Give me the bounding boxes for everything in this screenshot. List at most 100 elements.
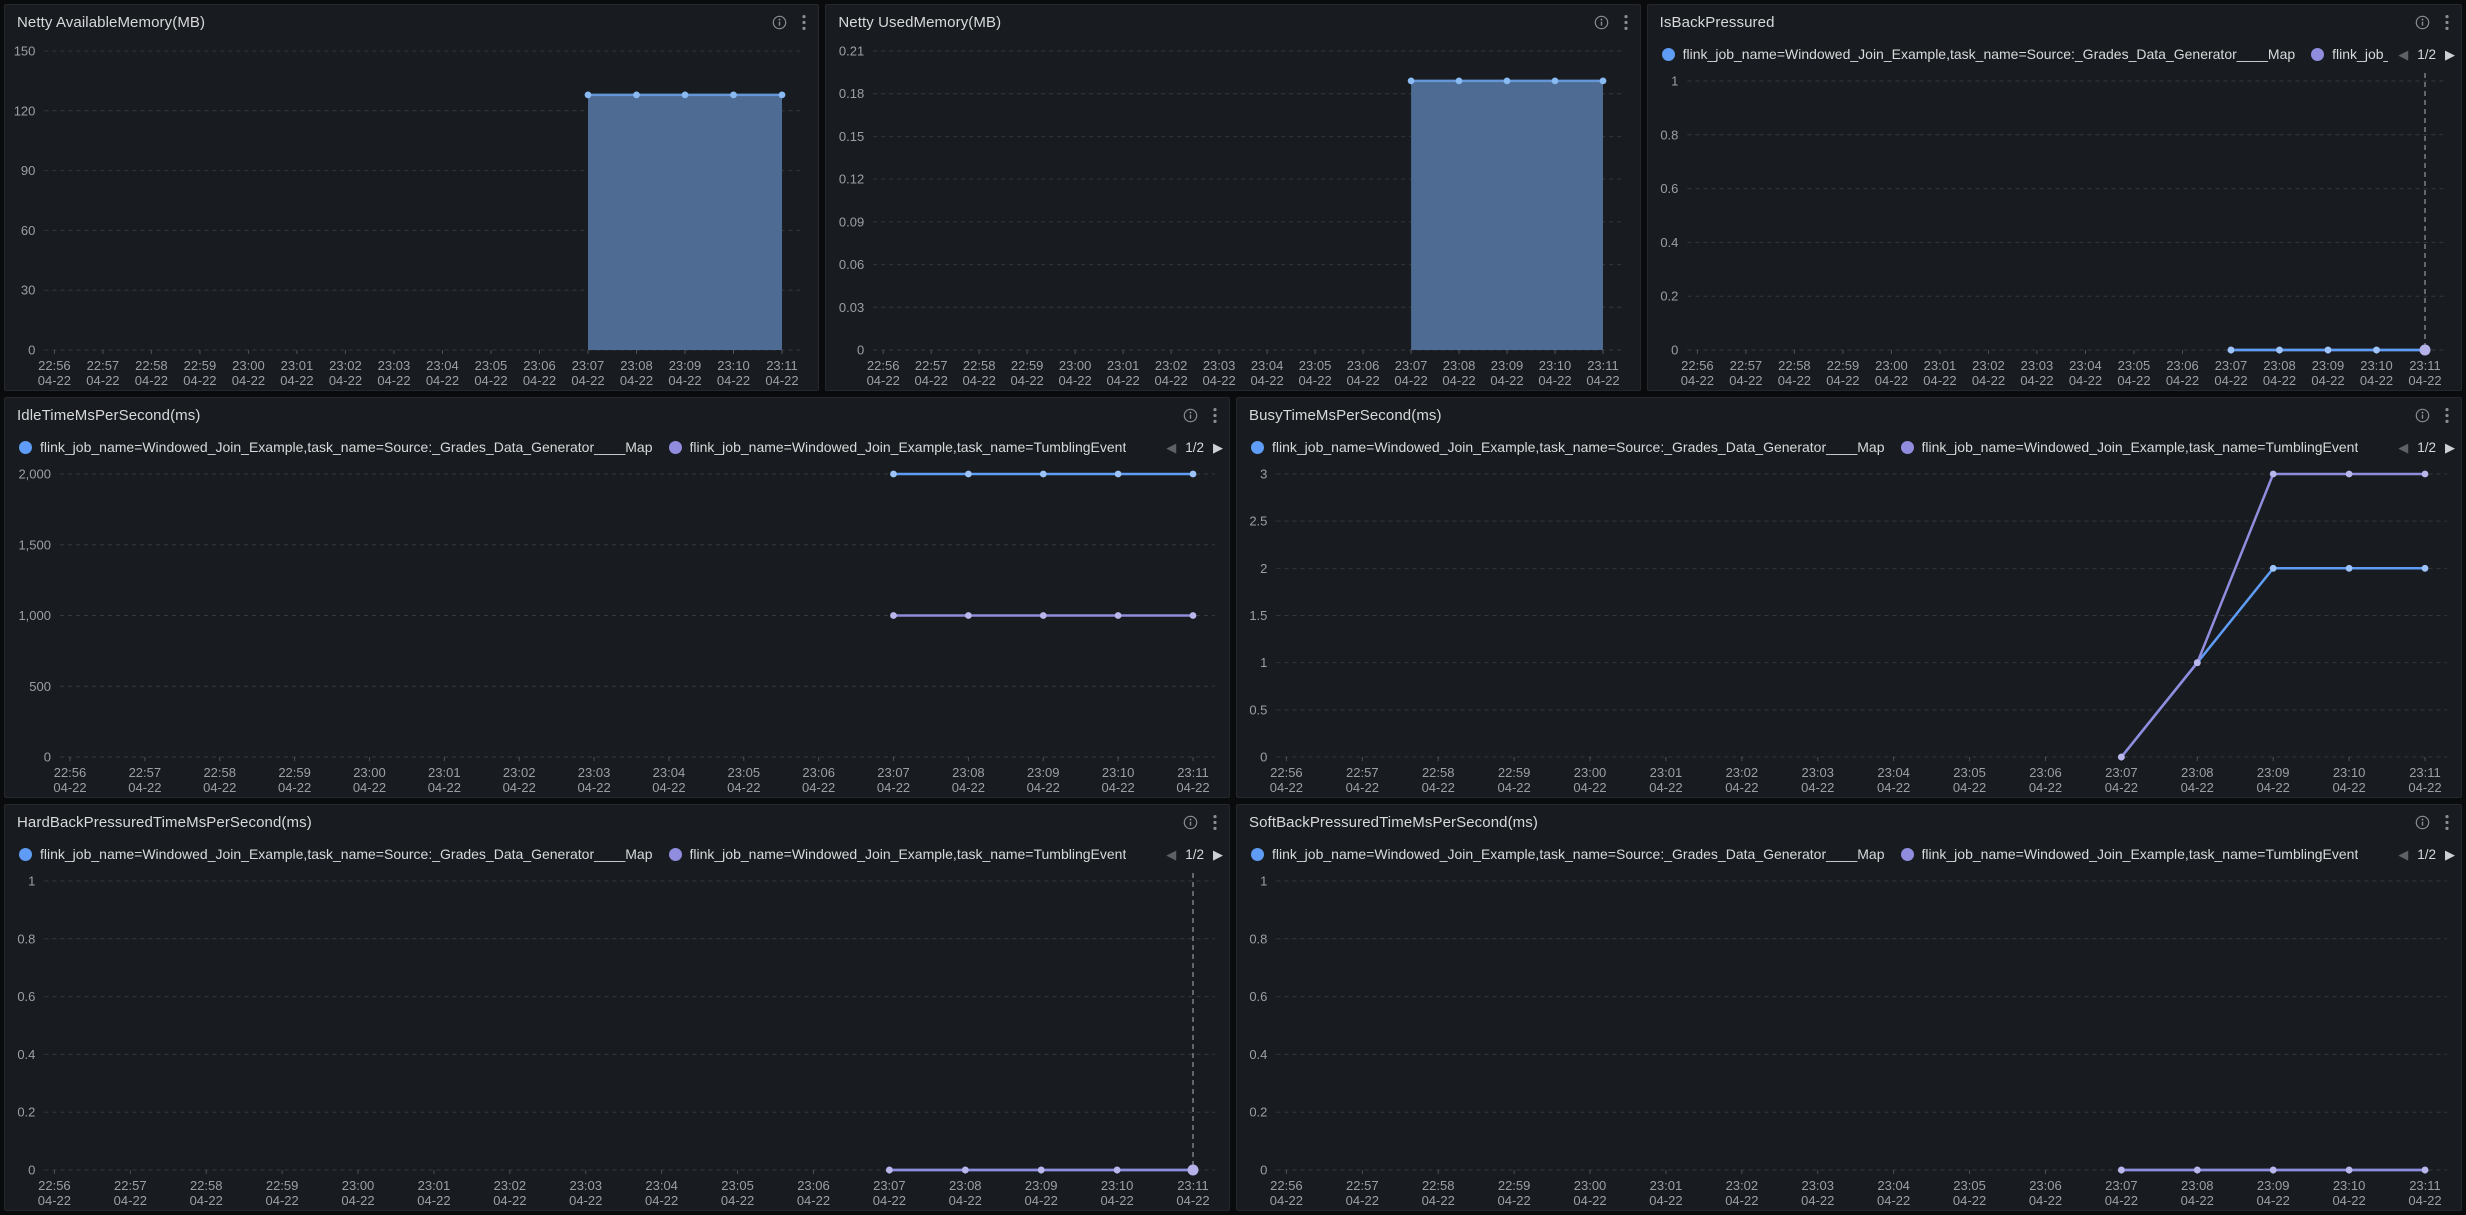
svg-text:22:5704-22: 22:5704-22: [1346, 1178, 1379, 1208]
series-dot-purple: [2311, 48, 2324, 61]
panel-title[interactable]: SoftBackPressuredTimeMsPerSecond(ms): [1249, 814, 1538, 831]
panel-header: IdleTimeMsPerSecond(ms): [5, 398, 1229, 432]
info-icon[interactable]: [772, 15, 787, 30]
info-icon[interactable]: [1183, 815, 1198, 830]
svg-text:23:0104-22: 23:0104-22: [1649, 1178, 1682, 1208]
kebab-menu-icon[interactable]: [2445, 407, 2449, 424]
legend-item-tumbling[interactable]: flink_job_name=Windowed_Join_Example,tas…: [669, 439, 1216, 455]
info-icon[interactable]: [2415, 408, 2430, 423]
chart-busy-time[interactable]: 00.511.522.5322:5604-2222:5704-2222:5804…: [1237, 462, 2461, 797]
legend-pager: ◀ 1/2 ▶: [2388, 839, 2455, 869]
legend-label: flink_job_name=Windowed_Join_Example,tas…: [40, 846, 653, 862]
legend-item-tumbling[interactable]: flink_job_name=Windowed_Join_Example,tas…: [669, 846, 1216, 862]
svg-text:23:1104-22: 23:1104-22: [1587, 358, 1620, 388]
series-dot-purple: [1901, 848, 1914, 861]
kebab-menu-icon[interactable]: [2445, 814, 2449, 831]
info-icon[interactable]: [1183, 408, 1198, 423]
svg-text:22:5904-22: 22:5904-22: [183, 358, 216, 388]
panel-title[interactable]: IsBackPressured: [1660, 14, 1775, 31]
svg-text:23:0804-22: 23:0804-22: [2181, 765, 2214, 795]
legend-item-source-map[interactable]: flink_job_name=Windowed_Join_Example,tas…: [1251, 846, 1885, 862]
svg-text:23:1104-22: 23:1104-22: [1176, 1178, 1209, 1208]
svg-text:22:5804-22: 22:5804-22: [1777, 358, 1810, 388]
svg-text:23:0404-22: 23:0404-22: [2068, 358, 2101, 388]
svg-text:0: 0: [1260, 1163, 1267, 1178]
svg-text:22:5904-22: 22:5904-22: [1826, 358, 1859, 388]
panel-title[interactable]: BusyTimeMsPerSecond(ms): [1249, 407, 1442, 424]
svg-text:23:0504-22: 23:0504-22: [721, 1178, 754, 1208]
info-icon[interactable]: [2415, 815, 2430, 830]
legend-item-source-map[interactable]: flink_job_name=Windowed_Join_Example,tas…: [19, 439, 653, 455]
prev-page-icon[interactable]: ◀: [1166, 848, 1176, 861]
kebab-menu-icon[interactable]: [802, 14, 806, 31]
svg-text:23:0504-22: 23:0504-22: [1953, 1178, 1986, 1208]
kebab-menu-icon[interactable]: [1213, 407, 1217, 424]
prev-page-icon[interactable]: ◀: [2398, 848, 2408, 861]
next-page-icon[interactable]: ▶: [2445, 441, 2455, 454]
svg-text:23:0704-22: 23:0704-22: [2105, 765, 2138, 795]
svg-text:23:1004-22: 23:1004-22: [1539, 358, 1572, 388]
prev-page-icon[interactable]: ◀: [2398, 441, 2408, 454]
legend-label: flink_job_name=Windowed_Join_Example,tas…: [1922, 846, 2359, 862]
kebab-menu-icon[interactable]: [1213, 814, 1217, 831]
svg-text:22:5704-22: 22:5704-22: [114, 1178, 147, 1208]
legend-item-tumbling[interactable]: flink_job_name=Windowed_Join_Example,tas…: [1901, 846, 2448, 862]
next-page-icon[interactable]: ▶: [2445, 48, 2455, 61]
svg-text:23:0804-22: 23:0804-22: [1443, 358, 1476, 388]
svg-text:23:0904-22: 23:0904-22: [2311, 358, 2344, 388]
svg-text:23:0304-22: 23:0304-22: [577, 765, 610, 795]
panel-title[interactable]: Netty AvailableMemory(MB): [17, 14, 205, 31]
kebab-menu-icon[interactable]: [2445, 14, 2449, 31]
svg-text:0: 0: [28, 1163, 35, 1178]
svg-text:0.03: 0.03: [839, 300, 864, 315]
series-dot-purple: [669, 848, 682, 861]
panel-title[interactable]: Netty UsedMemory(MB): [838, 14, 1001, 31]
legend-pager: ◀ 1/2 ▶: [2388, 432, 2455, 462]
legend-item-source-map[interactable]: flink_job_name=Windowed_Join_Example,tas…: [19, 846, 653, 862]
svg-text:0.2: 0.2: [1249, 1105, 1267, 1120]
svg-text:23:0004-22: 23:0004-22: [1573, 1178, 1606, 1208]
svg-text:500: 500: [29, 679, 51, 694]
svg-text:22:5804-22: 22:5804-22: [1422, 765, 1455, 795]
panel-soft-back-pressured: SoftBackPressuredTimeMsPerSecond(ms) fli…: [1236, 804, 2462, 1211]
chart-is-back-pressured[interactable]: 00.20.40.60.8122:5604-2222:5704-2222:580…: [1648, 69, 2461, 390]
chart-soft-back-pressured[interactable]: 00.20.40.60.8122:5604-2222:5704-2222:580…: [1237, 869, 2461, 1210]
legend-item-source-map[interactable]: flink_job_name=Windowed_Join_Example,tas…: [1251, 439, 1885, 455]
svg-text:23:0304-22: 23:0304-22: [1203, 358, 1236, 388]
legend-item-source-map[interactable]: flink_job_name=Windowed_Join_Example,tas…: [1662, 46, 2296, 62]
legend-label: flink_job_name=Windowed_Join_Example,tas…: [690, 846, 1127, 862]
chart-netty-used-memory[interactable]: 00.030.060.090.120.150.180.2122:5604-222…: [826, 39, 1639, 390]
panel-header: IsBackPressured: [1648, 5, 2461, 39]
svg-text:0: 0: [28, 343, 35, 358]
legend: flink_job_name=Windowed_Join_Example,tas…: [1237, 432, 2461, 462]
panel-title[interactable]: IdleTimeMsPerSecond(ms): [17, 407, 200, 424]
next-page-icon[interactable]: ▶: [2445, 848, 2455, 861]
svg-text:23:0704-22: 23:0704-22: [2214, 358, 2247, 388]
svg-text:23:0704-22: 23:0704-22: [1395, 358, 1428, 388]
svg-text:1: 1: [1260, 655, 1267, 670]
legend-pager: ◀ 1/2 ▶: [1156, 432, 1223, 462]
svg-text:23:0004-22: 23:0004-22: [1874, 358, 1907, 388]
legend-item-tumbling[interactable]: flink_job_name=Windowed_Join_Example,tas…: [1901, 439, 2448, 455]
svg-text:23:0204-22: 23:0204-22: [1155, 358, 1188, 388]
svg-text:22:5704-22: 22:5704-22: [86, 358, 119, 388]
svg-text:0.18: 0.18: [839, 86, 864, 101]
panel-title[interactable]: HardBackPressuredTimeMsPerSecond(ms): [17, 814, 312, 831]
series-dot-blue: [1251, 441, 1264, 454]
chart-hard-back-pressured[interactable]: 00.20.40.60.8122:5604-2222:5704-2222:580…: [5, 869, 1229, 1210]
info-icon[interactable]: [2415, 15, 2430, 30]
next-page-icon[interactable]: ▶: [1213, 848, 1223, 861]
svg-text:22:5804-22: 22:5804-22: [190, 1178, 223, 1208]
info-icon[interactable]: [1594, 15, 1609, 30]
legend-label: flink_job_name=Windowed_Join_Example,tas…: [690, 439, 1127, 455]
svg-text:23:0804-22: 23:0804-22: [620, 358, 653, 388]
svg-text:23:0404-22: 23:0404-22: [1251, 358, 1284, 388]
prev-page-icon[interactable]: ◀: [1166, 441, 1176, 454]
panel-actions: [1594, 14, 1628, 31]
kebab-menu-icon[interactable]: [1624, 14, 1628, 31]
prev-page-icon[interactable]: ◀: [2398, 48, 2408, 61]
svg-text:22:5904-22: 22:5904-22: [278, 765, 311, 795]
chart-netty-available-memory[interactable]: 030609012015022:5604-2222:5704-2222:5804…: [5, 39, 818, 390]
chart-idle-time[interactable]: 05001,0001,5002,00022:5604-2222:5704-222…: [5, 462, 1229, 797]
next-page-icon[interactable]: ▶: [1213, 441, 1223, 454]
